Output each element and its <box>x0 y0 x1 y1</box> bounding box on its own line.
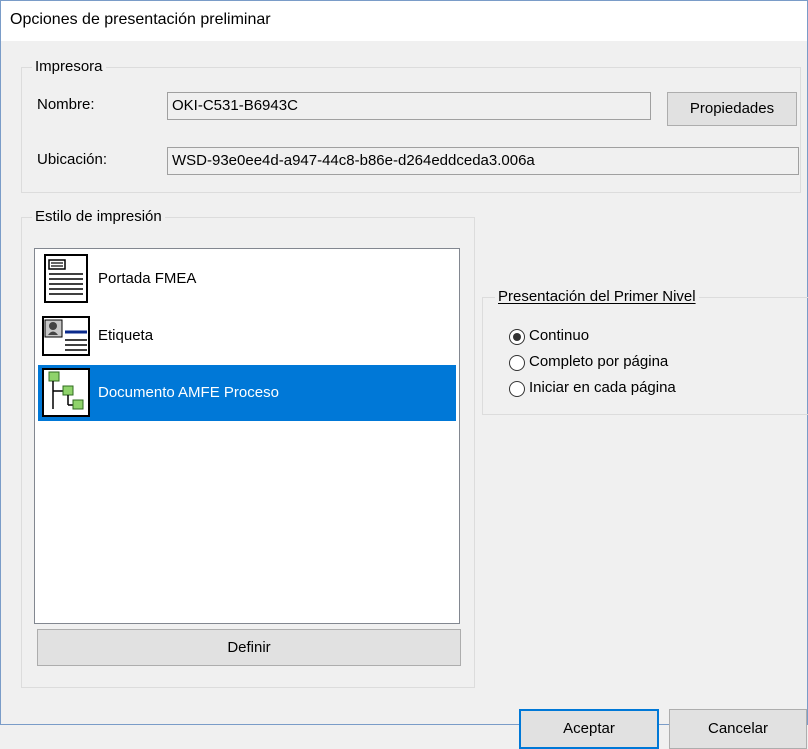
properties-button[interactable]: Propiedades <box>667 92 797 126</box>
window-title: Opciones de presentación preliminar <box>10 11 271 28</box>
label-icon <box>42 316 90 356</box>
printer-name-label: Nombre: <box>37 96 95 113</box>
printer-group-legend: Impresora <box>32 58 106 75</box>
first-level-legend: Presentación del Primer Nivel <box>495 288 699 305</box>
radio-label-continuo[interactable]: Continuo <box>529 327 589 344</box>
list-item-label: Etiqueta <box>98 327 154 344</box>
printer-name-field[interactable]: OKI-C531-B6943C <box>167 92 651 120</box>
printer-location-label: Ubicación: <box>37 151 108 168</box>
radio-completo-por-pagina[interactable] <box>509 355 525 371</box>
list-item-label: Documento AMFE Proceso <box>98 384 279 401</box>
radio-label-completo-por-pagina[interactable]: Completo por página <box>529 353 668 370</box>
list-item-label: Portada FMEA <box>98 270 197 287</box>
tree-document-icon <box>42 368 90 417</box>
define-button[interactable]: Definir <box>37 629 461 666</box>
print-style-list[interactable]: Portada FMEA Etiqueta Documento AMFE Pro… <box>34 248 460 624</box>
cancel-button[interactable]: Cancelar <box>669 709 807 749</box>
radio-iniciar-en-cada-pagina[interactable] <box>509 381 525 397</box>
accept-button[interactable]: Aceptar <box>519 709 659 749</box>
list-item[interactable]: Documento AMFE Proceso <box>38 365 456 421</box>
document-icon <box>44 254 88 303</box>
list-item[interactable]: Etiqueta <box>38 308 456 364</box>
printer-location-field[interactable]: WSD-93e0ee4d-a947-44c8-b86e-d264eddceda3… <box>167 147 799 175</box>
dialog-window: Opciones de presentación preliminar Impr… <box>0 0 808 749</box>
list-item[interactable]: Portada FMEA <box>38 251 456 307</box>
radio-label-iniciar-en-cada-pagina[interactable]: Iniciar en cada página <box>529 379 676 396</box>
radio-selected-dot <box>513 333 521 341</box>
title-bar: Opciones de presentación preliminar <box>1 1 807 41</box>
print-style-legend: Estilo de impresión <box>32 208 165 225</box>
radio-continuo[interactable] <box>509 329 525 345</box>
